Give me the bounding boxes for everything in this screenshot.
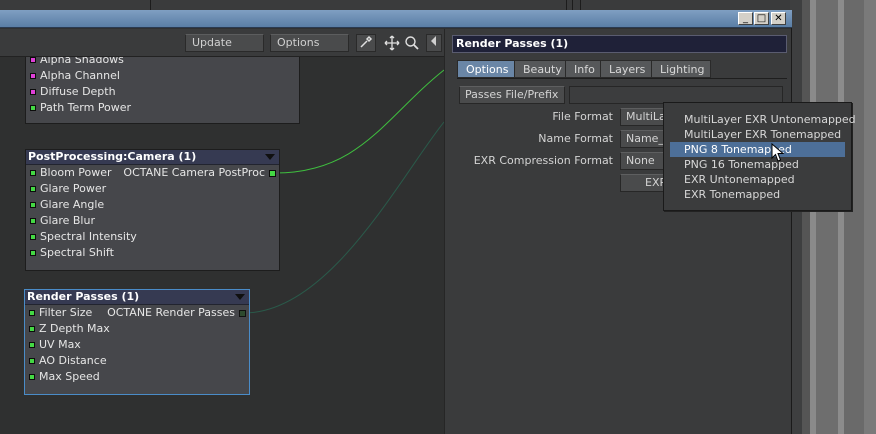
collapse-left-icon[interactable]	[426, 34, 442, 52]
node-title: PostProcessing:Camera (1)	[28, 150, 197, 163]
exr-compression-label: EXR Compression Format	[473, 154, 613, 167]
menu-item-png16-tonemapped[interactable]: PNG 16 Tonemapped	[670, 157, 845, 172]
node-collapse-icon[interactable]	[235, 294, 245, 300]
options-button[interactable]: Options	[270, 34, 349, 52]
port-label: Glare Power	[40, 182, 107, 195]
port-label: AO Distance	[39, 354, 107, 367]
menu-item-exr-untonemapped[interactable]: EXR Untonemapped	[670, 172, 845, 187]
port-dot	[30, 170, 36, 176]
port-spectral-shift[interactable]: Spectral Shift	[26, 245, 279, 261]
move-icon[interactable]	[382, 34, 402, 52]
port-filter-size[interactable]: Filter Size OCTANE Render Passes	[25, 305, 249, 321]
mouse-cursor-icon	[771, 143, 785, 162]
passes-file-prefix-button[interactable]: Passes File/Prefix	[459, 86, 565, 104]
menu-item-png8-tonemapped[interactable]: PNG 8 Tonemapped	[670, 142, 845, 157]
node-output-label: OCTANE Render Passes	[107, 306, 235, 319]
output-connector[interactable]	[239, 310, 246, 317]
port-path-term-power[interactable]: Path Term Power	[26, 100, 299, 116]
port-dot	[30, 57, 36, 63]
port-label: Alpha Shadows	[40, 57, 124, 66]
window-titlebar[interactable]: _ □ ✕	[0, 10, 792, 28]
file-format-label: File Format	[552, 110, 613, 123]
close-button[interactable]: ✕	[771, 12, 786, 25]
port-diffuse-depth[interactable]: Diffuse Depth	[26, 84, 299, 100]
port-z-depth-max[interactable]: Z Depth Max	[25, 321, 249, 337]
panel-title: Render Passes (1)	[452, 35, 787, 53]
menu-item-exr-tonemapped[interactable]: EXR Tonemapped	[670, 187, 845, 202]
node-header[interactable]: Render Passes (1)	[25, 290, 249, 305]
node-editor-window: _ □ ✕ Update Options Alpha Shadows Alpha…	[0, 10, 792, 434]
port-dot	[29, 358, 35, 364]
port-dot	[30, 89, 36, 95]
port-max-speed[interactable]: Max Speed	[25, 369, 249, 385]
bg-column	[816, 0, 838, 434]
port-label: Path Term Power	[40, 101, 132, 114]
pipette-icon[interactable]	[356, 34, 376, 52]
port-alpha-channel[interactable]: Alpha Channel	[26, 68, 299, 84]
port-label: Alpha Channel	[40, 69, 120, 82]
update-button[interactable]: Update	[185, 34, 264, 52]
port-label: Bloom Power	[40, 166, 112, 179]
port-ao-distance[interactable]: AO Distance	[25, 353, 249, 369]
port-dot	[30, 250, 36, 256]
name-format-label: Name Format	[538, 132, 613, 145]
node-header[interactable]: PostProcessing:Camera (1)	[26, 150, 279, 165]
port-glare-blur[interactable]: Glare Blur	[26, 213, 279, 229]
maximize-button[interactable]: □	[754, 12, 769, 25]
port-dot	[30, 186, 36, 192]
port-dot	[30, 234, 36, 240]
node-title: Render Passes (1)	[27, 290, 140, 303]
menu-item-multilayer-exr-tonemapped[interactable]: MultiLayer EXR Tonemapped	[670, 127, 845, 142]
port-label: Diffuse Depth	[40, 85, 116, 98]
port-dot	[29, 342, 35, 348]
partial-node[interactable]: Alpha Shadows Alpha Channel Diffuse Dept…	[25, 57, 300, 124]
minimize-button[interactable]: _	[738, 12, 753, 25]
bg-column	[802, 0, 810, 434]
port-label: Spectral Intensity	[40, 230, 137, 243]
port-uv-max[interactable]: UV Max	[25, 337, 249, 353]
bg-column	[844, 0, 864, 434]
file-format-menu: MultiLayer EXR Untonemapped MultiLayer E…	[663, 102, 856, 211]
editor-toolbar: Update Options	[0, 29, 448, 57]
render-passes-node[interactable]: Render Passes (1) Filter Size OCTANE Ren…	[24, 289, 250, 395]
zoom-icon[interactable]	[402, 34, 422, 52]
port-bloom-power[interactable]: Bloom Power OCTANE Camera PostProc	[26, 165, 279, 181]
port-label: UV Max	[39, 338, 81, 351]
port-label: Glare Blur	[40, 214, 95, 227]
port-glare-power[interactable]: Glare Power	[26, 181, 279, 197]
port-dot	[29, 310, 35, 316]
bg-column	[864, 0, 876, 434]
tab-info[interactable]: Info	[565, 60, 601, 78]
port-label: Glare Angle	[40, 198, 105, 211]
port-dot	[29, 326, 35, 332]
port-label: Filter Size	[39, 306, 93, 319]
postprocessing-camera-node[interactable]: PostProcessing:Camera (1) Bloom Power OC…	[25, 149, 280, 271]
port-alpha-shadows[interactable]: Alpha Shadows	[26, 57, 299, 68]
output-connector[interactable]	[269, 170, 276, 177]
port-dot	[29, 374, 35, 380]
port-dot	[30, 73, 36, 79]
node-properties-panel: Render Passes (1) Options Beauty Info La…	[444, 29, 791, 434]
node-collapse-icon[interactable]	[265, 154, 275, 160]
port-label: Max Speed	[39, 370, 100, 383]
port-spectral-intensity[interactable]: Spectral Intensity	[26, 229, 279, 245]
tab-lighting[interactable]: Lighting	[651, 60, 711, 78]
tab-beauty[interactable]: Beauty	[514, 60, 566, 78]
tab-layers[interactable]: Layers	[600, 60, 652, 78]
tab-options[interactable]: Options	[457, 60, 515, 78]
port-dot	[30, 105, 36, 111]
node-output-label: OCTANE Camera PostProc	[123, 166, 265, 179]
node-canvas[interactable]: Alpha Shadows Alpha Channel Diffuse Dept…	[0, 57, 444, 434]
port-label: Spectral Shift	[40, 246, 114, 259]
background-app-columns	[790, 0, 876, 434]
menu-item-multilayer-exr-untonemapped[interactable]: MultiLayer EXR Untonemapped	[670, 112, 856, 127]
port-dot	[30, 202, 36, 208]
port-label: Z Depth Max	[39, 322, 110, 335]
port-dot	[30, 218, 36, 224]
tab-divider	[457, 78, 787, 79]
screen: _ □ ✕ Update Options Alpha Shadows Alpha…	[0, 0, 876, 434]
port-glare-angle[interactable]: Glare Angle	[26, 197, 279, 213]
